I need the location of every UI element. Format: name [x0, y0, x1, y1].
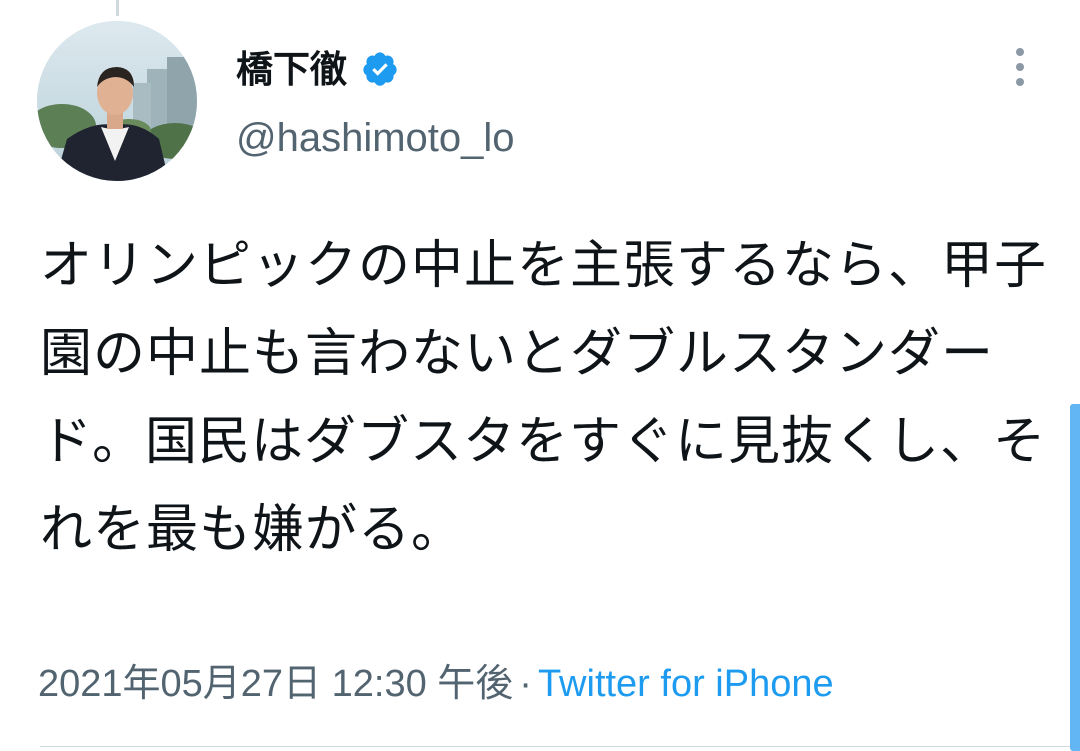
- author-info: 橋下徹 @hashimoto_lo: [236, 36, 956, 176]
- author-name-row[interactable]: 橋下徹: [236, 36, 399, 102]
- tweet-meta: 2021年05月27日 12:30 午後 · Twitter for iPhone: [38, 660, 834, 708]
- tweet-timestamp[interactable]: 2021年05月27日 12:30 午後: [38, 663, 513, 705]
- more-vertical-icon: [1016, 48, 1024, 56]
- scrollbar-thumb[interactable]: [1070, 404, 1080, 751]
- meta-separator: ·: [519, 663, 532, 705]
- more-vertical-icon-dot-3: [1016, 78, 1024, 86]
- avatar-photo: [37, 21, 197, 181]
- divider: [40, 746, 1080, 747]
- author-display-name[interactable]: 橋下徹: [236, 51, 347, 88]
- author-handle[interactable]: @hashimoto_lo: [236, 118, 515, 158]
- tweet-detail: 橋下徹 @hashimoto_lo オリンピックの中止を主張するなら、甲子園の中…: [0, 0, 1080, 751]
- thread-connector-line: [116, 0, 119, 16]
- tweet-source-link[interactable]: Twitter for iPhone: [538, 663, 834, 705]
- tweet-text: オリンピックの中止を主張するなら、甲子園の中止も言わないとダブルスタンダード。国…: [40, 236, 1048, 560]
- more-options-button[interactable]: [1000, 44, 1040, 90]
- verified-badge-icon: [361, 50, 399, 88]
- more-vertical-icon-dot-2: [1016, 63, 1024, 71]
- avatar[interactable]: [37, 21, 197, 181]
